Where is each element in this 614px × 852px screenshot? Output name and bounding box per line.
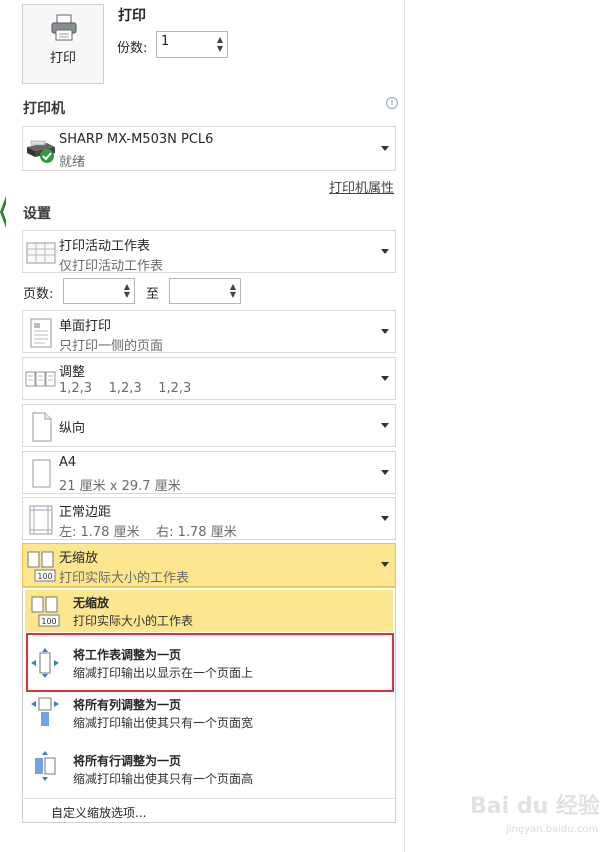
collate-pages-icon	[25, 371, 56, 387]
scaling-title: 无缩放	[59, 551, 99, 566]
spin-down-icon[interactable]: ▼	[124, 291, 130, 299]
printer-section-title: 打印机	[23, 101, 65, 117]
worksheet-icon	[26, 242, 56, 264]
margins-title: 正常边距	[59, 505, 112, 520]
orientation-title: 纵向	[59, 421, 86, 436]
margins-dropdown[interactable]: 正常边距 左: 1.78 厘米 右: 1.78 厘米	[22, 497, 396, 540]
settings-section-title: 设置	[23, 206, 51, 222]
menu-item-title: 无缩放	[73, 596, 110, 610]
menu-item-fit-rows-one-page[interactable]: 将所有行调整为一页 缩减打印输出使其只有一个页面高	[25, 744, 393, 794]
printer-name: SHARP MX-M503N PCL6	[59, 132, 214, 147]
back-arrow-icon[interactable]	[0, 196, 6, 228]
print-backstage-panel: 打印 打印 份数: 1 ▲ ▼ 打印机 i SHARP MX-M503N PCL…	[0, 0, 404, 852]
chevron-down-icon	[381, 375, 389, 381]
printer-status: 就绪	[59, 155, 86, 170]
sides-title: 单面打印	[59, 319, 112, 334]
watermark-site: jingyan.baidu.com	[506, 824, 599, 835]
no-scaling-icon: 100	[31, 596, 60, 627]
paper-size-icon	[32, 459, 51, 488]
fit-rows-icon	[35, 751, 56, 781]
printer-ready-icon	[27, 140, 55, 163]
svg-text:100: 100	[37, 572, 52, 581]
print-button[interactable]: 打印	[22, 4, 104, 84]
portrait-page-icon	[32, 412, 52, 442]
margins-sub: 左: 1.78 厘米 右: 1.78 厘米	[59, 525, 237, 540]
svg-text:100: 100	[41, 617, 56, 626]
margins-icon	[29, 505, 53, 535]
sides-dropdown[interactable]: 单面打印 只打印一侧的页面	[22, 310, 396, 354]
chevron-down-icon	[381, 248, 389, 254]
collate-title: 调整	[59, 365, 86, 380]
scaling-sub: 打印实际大小的工作表	[59, 571, 190, 586]
collate-sub: 1,2,3 1,2,3 1,2,3	[59, 381, 192, 396]
sides-sub: 只打印一侧的页面	[59, 339, 164, 354]
pages-to-spinner[interactable]: ▲ ▼	[169, 278, 241, 304]
chevron-down-icon	[381, 562, 389, 567]
pages-label: 页数:	[23, 287, 54, 302]
scaling-menu: 100 无缩放 打印实际大小的工作表 将工作表调整为一页 缩减打印输出以显示在一…	[22, 587, 396, 823]
print-button-label: 打印	[49, 51, 76, 66]
highlight-annotation-box	[26, 633, 394, 692]
one-sided-page-icon	[30, 318, 52, 348]
info-icon[interactable]: i	[386, 97, 398, 109]
menu-item-no-scaling[interactable]: 100 无缩放 打印实际大小的工作表	[25, 590, 393, 632]
custom-scaling-options[interactable]: 自定义缩放选项...	[51, 804, 146, 821]
orientation-dropdown[interactable]: 纵向	[22, 404, 396, 447]
menu-item-title: 将所有行调整为一页	[73, 754, 182, 768]
no-scaling-icon: 100	[27, 551, 56, 582]
menu-divider	[23, 798, 395, 799]
printer-properties-link[interactable]: 打印机属性	[329, 177, 394, 196]
pages-from-spinner[interactable]: ▲ ▼	[63, 278, 135, 304]
collate-dropdown[interactable]: 调整 1,2,3 1,2,3 1,2,3	[22, 357, 396, 400]
printer-dropdown[interactable]: SHARP MX-M503N PCL6 就绪	[22, 126, 396, 171]
scaling-dropdown[interactable]: 100 无缩放 打印实际大小的工作表	[22, 543, 396, 587]
copies-label: 份数:	[117, 41, 148, 56]
spin-down-icon[interactable]: ▼	[230, 291, 236, 299]
menu-item-sub: 缩减打印输出使其只有一个页面高	[73, 772, 254, 786]
menu-item-sub: 缩减打印输出使其只有一个页面宽	[73, 716, 254, 730]
chevron-down-icon	[381, 515, 389, 521]
print-what-sub: 仅打印活动工作表	[59, 259, 164, 274]
paper-size-sub: 21 厘米 x 29.7 厘米	[59, 479, 181, 494]
print-what-dropdown[interactable]: 打印活动工作表 仅打印活动工作表	[22, 230, 396, 274]
print-heading: 打印	[118, 8, 146, 24]
baidu-watermark: Bai du 经验 jingyan.baidu.com	[470, 778, 610, 838]
chevron-down-icon	[381, 145, 389, 151]
print-what-title: 打印活动工作表	[59, 239, 151, 254]
chevron-down-icon	[381, 422, 389, 428]
spin-up-icon[interactable]: ▲	[217, 36, 223, 44]
paper-size-dropdown[interactable]: A4 21 厘米 x 29.7 厘米	[22, 451, 396, 494]
pages-to-label: 至	[146, 287, 160, 302]
fit-columns-icon	[31, 697, 59, 726]
menu-item-title: 将所有列调整为一页	[73, 698, 182, 712]
menu-item-sub: 打印实际大小的工作表	[73, 614, 194, 628]
chevron-down-icon	[381, 328, 389, 334]
panel-divider	[404, 0, 405, 852]
chevron-down-icon	[381, 469, 389, 475]
copies-value[interactable]: 1	[161, 34, 169, 49]
copies-spinner[interactable]: 1 ▲ ▼	[156, 31, 228, 58]
printer-icon	[51, 14, 77, 41]
watermark-logo: Bai du 经验	[470, 794, 600, 819]
spin-down-icon[interactable]: ▼	[217, 45, 223, 53]
paper-size-title: A4	[59, 455, 77, 470]
menu-item-fit-columns-one-page[interactable]: 将所有列调整为一页 缩减打印输出使其只有一个页面宽	[25, 692, 393, 742]
